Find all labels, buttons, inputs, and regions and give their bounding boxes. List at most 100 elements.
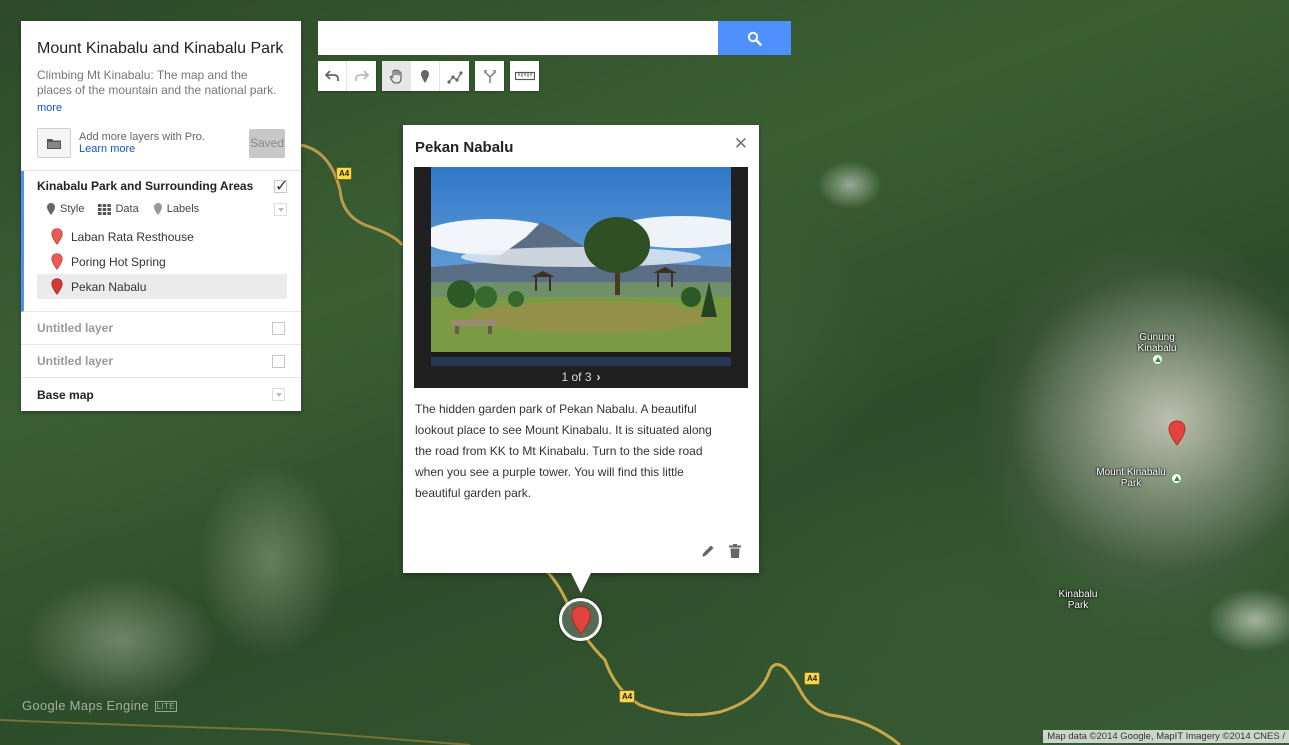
layer-kinabalu-park[interactable]: Kinabalu Park and Surrounding Areas Styl… [21,171,301,312]
draw-line-icon [446,70,463,84]
map-marker-laban-rata[interactable] [1168,420,1186,446]
marker-icon [51,253,63,270]
history-group [318,61,376,91]
marker-icon [421,69,429,83]
marker-icon [51,278,63,295]
layer-untitled-1[interactable]: Untitled layer [21,312,301,345]
info-actions [687,544,741,558]
info-title: Pekan Nabalu [415,139,514,156]
panel-header: Mount Kinabalu and Kinabalu Park Climbin… [21,21,301,171]
selected-marker-pekan-nabalu[interactable] [559,598,602,641]
place-item-poring[interactable]: Poring Hot Spring [37,249,287,274]
park-icon[interactable] [1171,473,1182,484]
pro-message: Add more layers with Pro. [79,131,205,143]
style-pin-icon [47,203,55,215]
photo-pager: 1 of 3 › [414,370,748,384]
place-label: Poring Hot Spring [71,254,166,269]
road-shield: A4 [336,167,353,180]
place-item-laban-rata[interactable]: Laban Rata Resthouse [37,224,287,249]
mountain-peak-icon[interactable] [1152,354,1163,365]
search-icon [747,31,762,46]
layer-untitled-2[interactable]: Untitled layer [21,345,301,378]
marker-icon [51,228,63,245]
map-label-mount-kinabalu-park: Mount Kinabalu Park [1096,467,1166,489]
place-photo[interactable] [431,167,731,366]
road-shield: A4 [804,672,821,685]
place-label: Pekan Nabalu [71,279,147,294]
base-map-row[interactable]: Base map [21,378,301,411]
hand-icon [389,68,402,84]
map-label-gunung-kinabalu: Gunung Kinabalu [1137,332,1177,354]
search-button[interactable] [718,21,791,55]
directions-button[interactable] [475,61,504,91]
undo-button[interactable] [318,61,347,91]
layer-tools: Style Data Labels [37,202,287,216]
chevron-right-icon[interactable]: › [597,370,601,384]
close-button[interactable]: ✕ [734,134,748,154]
pan-tool-button[interactable] [382,61,411,91]
map-attribution: Map data ©2014 Google, MapIT Imagery ©20… [1043,730,1289,743]
table-icon [98,203,112,215]
draw-line-button[interactable] [440,61,469,91]
tools-group [382,61,469,91]
measure-group [510,61,539,91]
folder-icon [47,138,61,149]
map-label-kinabalu-park: Kinabalu Park [1058,589,1098,611]
place-info-window: Pekan Nabalu ✕ 1 of 3 › The hidden garde… [403,125,759,593]
layer-title[interactable]: Untitled layer [37,354,113,368]
photo-carousel: 1 of 3 › [414,167,748,388]
marker-icon [570,605,591,635]
learn-more-link[interactable]: Learn more [79,143,249,155]
road-minor [0,719,471,745]
place-list: Laban Rata Resthouse Poring Hot Spring P… [37,224,287,299]
google-logo-text: Google [22,698,66,713]
style-label: Style [60,203,85,215]
place-item-pekan-nabalu[interactable]: Pekan Nabalu [37,274,287,299]
delete-button[interactable] [729,544,741,558]
pro-text: Add more layers with Pro. Learn more [79,131,249,155]
search-input[interactable] [318,21,718,55]
pro-upsell-row: Add more layers with Pro. Learn more Sav… [37,128,285,158]
redo-icon [354,70,369,81]
base-map-title[interactable]: Base map [37,388,94,402]
add-marker-button[interactable] [411,61,440,91]
undo-icon [325,70,339,81]
saved-button[interactable]: Saved [249,128,285,158]
edit-button[interactable] [701,544,715,558]
layer-visibility-checkbox[interactable] [274,176,288,196]
map-title[interactable]: Mount Kinabalu and Kinabalu Park [37,39,285,59]
layer-visibility-checkbox[interactable] [272,354,285,368]
measure-button[interactable] [510,61,539,91]
road-shield: A4 [619,690,636,703]
layer-title[interactable]: Kinabalu Park and Surrounding Areas [37,179,253,193]
base-map-dropdown[interactable] [272,388,285,401]
lite-badge: LITE [154,701,177,713]
labels-label: Labels [166,203,200,215]
road-a4-north [299,143,404,246]
add-layer-button[interactable] [37,128,71,158]
map-toolbar [318,61,545,91]
directions-icon [483,69,496,83]
map-description[interactable]: Climbing Mt Kinabalu: The map and the pl… [37,68,285,98]
more-link[interactable]: more [37,102,62,114]
layer-title[interactable]: Untitled layer [37,321,113,335]
close-icon: ✕ [733,134,748,153]
directions-group [475,61,504,91]
style-button[interactable]: Style [46,202,84,216]
labels-button[interactable]: Labels [153,202,199,216]
info-description: The hidden garden park of Pekan Nabalu. … [415,402,712,500]
photo-pager-label: 1 of 3 [561,370,592,384]
data-label: Data [115,203,139,215]
photo-image [431,167,731,366]
search-bar [318,21,791,55]
label-pin-icon [153,203,162,215]
ruler-icon [514,71,535,81]
place-label: Laban Rata Resthouse [71,229,194,244]
layer-visibility-checkbox[interactable] [272,321,285,335]
maps-engine-text: Maps Engine [69,698,149,713]
google-maps-engine-logo: Google Maps Engine LITE [22,698,177,713]
layer-options-dropdown[interactable] [274,202,287,216]
pencil-icon [702,545,714,557]
redo-button[interactable] [347,61,376,91]
data-table-button[interactable]: Data [98,203,139,215]
